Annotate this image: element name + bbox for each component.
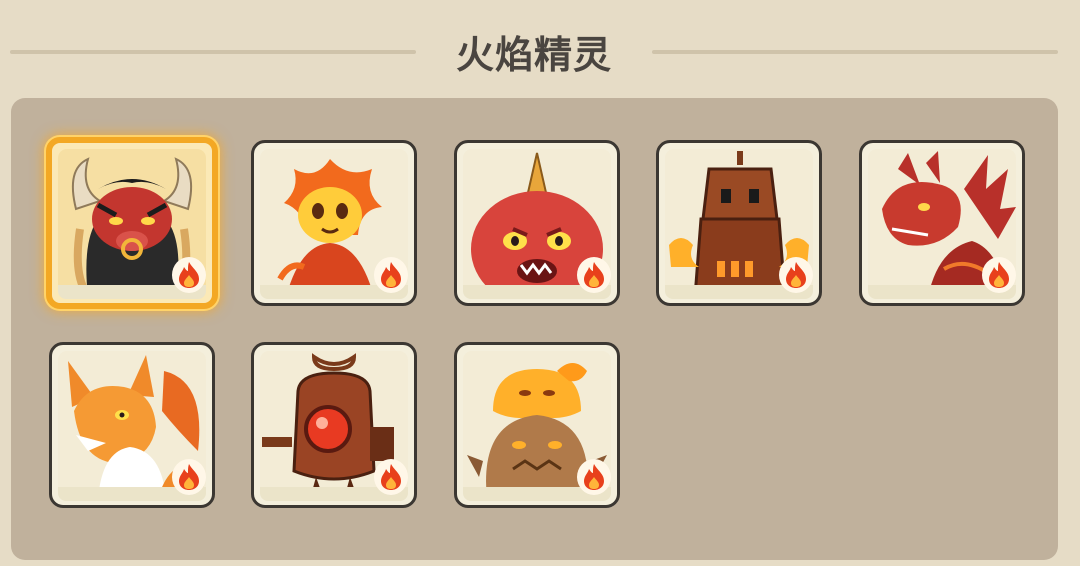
creature-card-magma-slime-stack[interactable] bbox=[454, 342, 620, 508]
header-divider-left bbox=[10, 50, 416, 54]
creature-card-horned-bull-demon[interactable] bbox=[46, 137, 218, 309]
creature-card-flame-sprite[interactable] bbox=[251, 140, 417, 306]
fire-icon bbox=[982, 257, 1016, 293]
fire-icon bbox=[577, 257, 611, 293]
fire-icon bbox=[172, 257, 206, 293]
fire-icon bbox=[577, 459, 611, 495]
creature-card-red-lava-dragon[interactable] bbox=[859, 140, 1025, 306]
creature-card-fire-fox[interactable] bbox=[49, 342, 215, 508]
fire-icon bbox=[374, 459, 408, 495]
fire-icon bbox=[779, 257, 813, 293]
section-title: 火焰精灵 bbox=[455, 33, 612, 77]
header-divider-right bbox=[652, 50, 1058, 54]
creature-card-red-horned-blob[interactable] bbox=[454, 140, 620, 306]
creature-card-boiler-bomb-robot[interactable] bbox=[251, 342, 417, 508]
fire-icon bbox=[172, 459, 206, 495]
section-header: 火焰精灵 bbox=[0, 0, 1080, 96]
creature-card-rusty-furnace-robot[interactable] bbox=[656, 140, 822, 306]
fire-icon bbox=[374, 257, 408, 293]
